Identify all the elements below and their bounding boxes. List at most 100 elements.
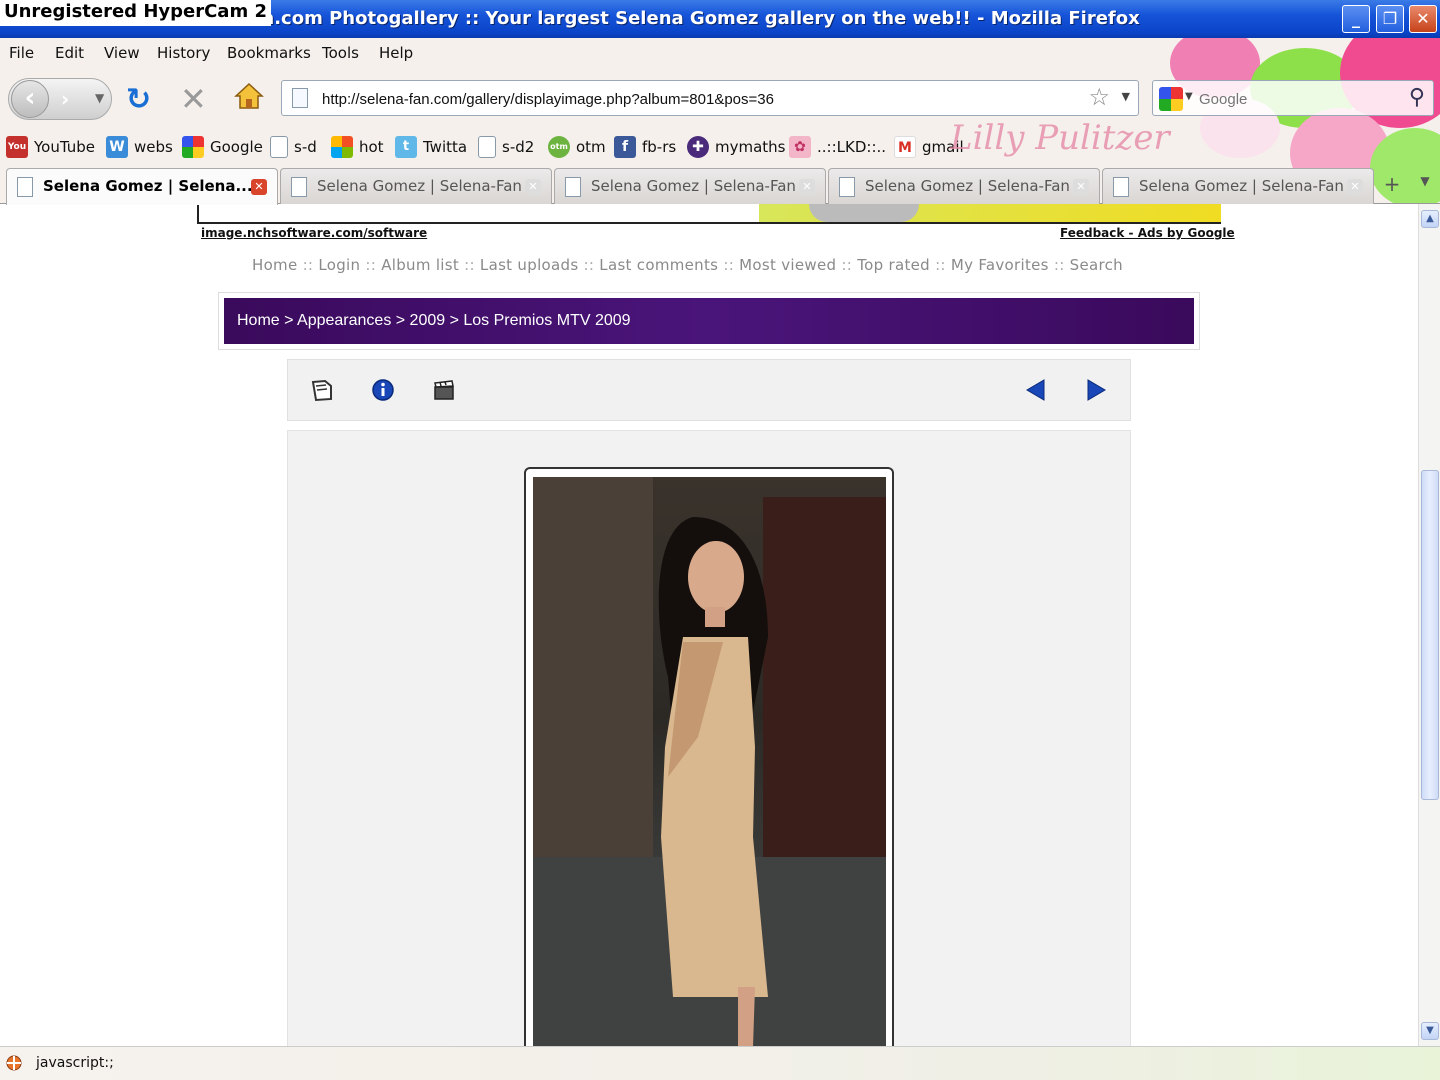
bookmark-star-icon[interactable]: ☆ bbox=[1088, 83, 1110, 111]
nav-login-link[interactable]: Login bbox=[318, 256, 360, 274]
bookmark-s-d2[interactable]: s-d2 bbox=[478, 134, 534, 160]
page-icon bbox=[839, 177, 855, 197]
menu-bookmarks[interactable]: Bookmarks bbox=[227, 44, 311, 62]
slideshow-icon[interactable] bbox=[432, 378, 456, 402]
history-dropdown-icon[interactable]: ▼ bbox=[95, 91, 104, 105]
stop-icon[interactable]: ✕ bbox=[180, 80, 207, 118]
url-dropdown-icon[interactable]: ▼ bbox=[1122, 90, 1130, 103]
nav-search-link[interactable]: Search bbox=[1070, 256, 1123, 274]
nav-my-favorites-link[interactable]: My Favorites bbox=[951, 256, 1049, 274]
restore-button[interactable]: ❐ bbox=[1376, 5, 1404, 33]
nav-album-list-link[interactable]: Album list bbox=[381, 256, 459, 274]
page-viewport: image.nchsoftware.com/software Feedback … bbox=[0, 204, 1418, 1046]
menu-history[interactable]: History bbox=[157, 44, 210, 62]
bookmark-label: fb-rs bbox=[642, 138, 677, 156]
scroll-thumb[interactable] bbox=[1421, 470, 1439, 800]
menu-view[interactable]: View bbox=[104, 44, 140, 62]
bookmark-youtube[interactable]: You YouTube bbox=[6, 134, 95, 160]
nav-most-viewed-link[interactable]: Most viewed bbox=[739, 256, 836, 274]
menu-tools[interactable]: Tools bbox=[322, 44, 359, 62]
otm-icon: otm bbox=[548, 136, 570, 158]
bookmark-label: otm bbox=[576, 138, 606, 156]
reload-icon[interactable]: ↻ bbox=[126, 82, 151, 117]
close-window-button[interactable]: ✕ bbox=[1409, 5, 1437, 33]
ad-banner[interactable] bbox=[197, 204, 1221, 224]
tab-4[interactable]: Selena Gomez | Selena-Fan... ✕ bbox=[828, 168, 1100, 204]
scroll-up-icon[interactable]: ▲ bbox=[1421, 210, 1439, 228]
tab-close-icon[interactable]: ✕ bbox=[525, 179, 541, 195]
scroll-down-icon[interactable]: ▼ bbox=[1421, 1022, 1439, 1040]
back-arrow-icon[interactable]: ‹ bbox=[11, 80, 49, 118]
theme-signature-logo: Lilly Pulitzer bbox=[950, 118, 1170, 158]
bookmark-lkd[interactable]: ✿ ..::LKD::.. bbox=[789, 134, 886, 160]
nav-top-rated-link[interactable]: Top rated bbox=[857, 256, 930, 274]
tab-label: Selena Gomez | Selena-Fan... bbox=[591, 177, 796, 195]
bookmark-google[interactable]: Google bbox=[182, 134, 263, 160]
tab-1[interactable]: Selena Gomez | Selena... ✕ bbox=[6, 168, 278, 205]
ads-by-google-link[interactable]: Feedback - Ads by Google bbox=[1060, 226, 1235, 240]
nav-last-uploads-link[interactable]: Last uploads bbox=[480, 256, 579, 274]
tab-label: Selena Gomez | Selena-Fan... bbox=[1139, 177, 1344, 195]
minimize-button[interactable]: _ bbox=[1342, 5, 1370, 33]
menu-edit[interactable]: Edit bbox=[55, 44, 84, 62]
forward-arrow-icon[interactable]: › bbox=[61, 87, 69, 111]
ad-source-link[interactable]: image.nchsoftware.com/software bbox=[201, 226, 427, 240]
vertical-scrollbar[interactable]: ▲ ▼ bbox=[1418, 204, 1440, 1046]
tab-strip: Selena Gomez | Selena... ✕ Selena Gomez … bbox=[0, 166, 1440, 205]
nav-home-link[interactable]: Home bbox=[252, 256, 298, 274]
bookmark-otm[interactable]: otm otm bbox=[548, 134, 606, 160]
tab-2[interactable]: Selena Gomez | Selena-Fan... ✕ bbox=[280, 168, 552, 204]
menu-help[interactable]: Help bbox=[379, 44, 413, 62]
tab-close-icon[interactable]: ✕ bbox=[251, 179, 267, 195]
status-addon-icon[interactable] bbox=[4, 1053, 24, 1073]
twitter-icon: t bbox=[395, 136, 417, 158]
search-icon[interactable]: ⚲ bbox=[1409, 85, 1425, 110]
url-input[interactable] bbox=[322, 87, 1082, 111]
bookmark-hot[interactable]: hot bbox=[331, 134, 384, 160]
bookmark-s-d[interactable]: s-d bbox=[270, 134, 317, 160]
image-toolbar bbox=[287, 359, 1131, 421]
previous-icon[interactable] bbox=[1024, 378, 1048, 402]
bookmark-label: hot bbox=[359, 138, 384, 156]
facebook-icon: f bbox=[614, 136, 636, 158]
recorder-watermark: Unregistered HyperCam 2 bbox=[0, 0, 272, 26]
search-bar[interactable]: ▼ ⚲ bbox=[1152, 80, 1434, 116]
tab-3[interactable]: Selena Gomez | Selena-Fan... ✕ bbox=[554, 168, 826, 204]
new-tab-icon[interactable]: + bbox=[1378, 172, 1406, 200]
nav-last-comments-link[interactable]: Last comments bbox=[599, 256, 718, 274]
status-bar: javascript:; bbox=[0, 1046, 1440, 1080]
engine-dropdown-icon[interactable]: ▼ bbox=[1185, 91, 1193, 102]
tab-list-icon[interactable]: ▼ bbox=[1414, 174, 1436, 198]
breadcrumb: Home > Appearances > 2009 > Los Premios … bbox=[224, 298, 1194, 344]
page-icon bbox=[292, 88, 308, 108]
bookmark-fb-rs[interactable]: f fb-rs bbox=[614, 134, 676, 160]
tab-close-icon[interactable]: ✕ bbox=[799, 179, 815, 195]
photo-frame bbox=[524, 467, 894, 1046]
ad-camera-image bbox=[809, 204, 919, 222]
page-icon bbox=[565, 177, 581, 197]
tab-label: Selena Gomez | Selena... bbox=[43, 177, 253, 195]
breadcrumb-container: Home > Appearances > 2009 > Los Premios … bbox=[218, 292, 1200, 350]
tab-close-icon[interactable]: ✕ bbox=[1347, 179, 1363, 195]
breadcrumb-text[interactable]: Home > Appearances > 2009 > Los Premios … bbox=[237, 312, 631, 330]
gallery-photo[interactable] bbox=[533, 477, 886, 1046]
info-icon[interactable] bbox=[371, 378, 395, 402]
address-bar[interactable]: ☆ ▼ bbox=[281, 80, 1139, 116]
bookmark-webs[interactable]: W webs bbox=[106, 134, 173, 160]
bookmark-label: Google bbox=[210, 138, 263, 156]
bookmark-mymaths[interactable]: ✚ mymaths bbox=[687, 134, 786, 160]
google-engine-icon[interactable] bbox=[1159, 87, 1183, 111]
bookmark-twitta[interactable]: t Twitta bbox=[395, 134, 467, 160]
photo-illustration bbox=[533, 477, 886, 1046]
image-panel bbox=[287, 430, 1131, 1046]
bookmark-label: Twitta bbox=[423, 138, 468, 156]
tab-5[interactable]: Selena Gomez | Selena-Fan... ✕ bbox=[1102, 168, 1374, 204]
bookmark-label: s-d bbox=[294, 138, 317, 156]
next-icon[interactable] bbox=[1084, 378, 1108, 402]
return-thumbnails-icon[interactable] bbox=[310, 378, 334, 402]
menu-file[interactable]: File bbox=[9, 44, 34, 62]
search-input[interactable] bbox=[1199, 87, 1389, 111]
bookmark-label: webs bbox=[134, 138, 173, 156]
tab-close-icon[interactable]: ✕ bbox=[1073, 179, 1089, 195]
home-icon[interactable] bbox=[234, 82, 264, 110]
